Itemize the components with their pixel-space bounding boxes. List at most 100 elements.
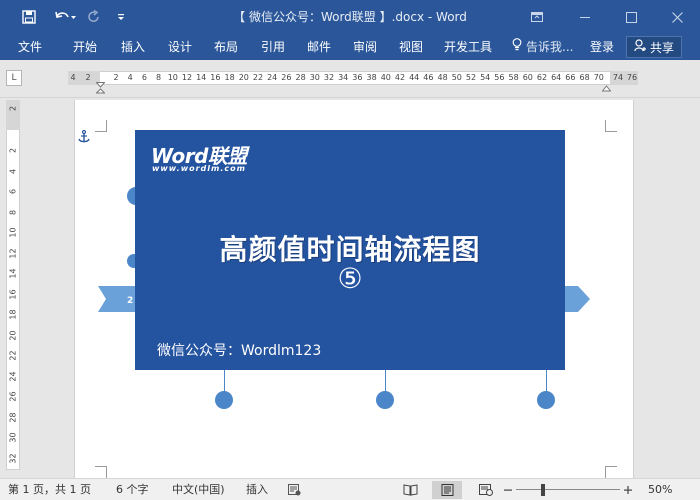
ruler-tick-label: 28	[8, 411, 18, 423]
tell-me-search[interactable]: 告诉我...	[512, 34, 573, 60]
ruler-tick-label: 34	[338, 73, 349, 82]
ruler-tick-label: 20	[8, 329, 18, 341]
print-layout-icon[interactable]	[432, 481, 462, 499]
share-button[interactable]: 共享	[626, 36, 682, 58]
ruler-tick-label: 18	[224, 73, 235, 82]
tab-view[interactable]: 视图	[399, 34, 423, 60]
ruler-tick-label: 2	[113, 73, 119, 82]
save-icon[interactable]	[16, 0, 42, 34]
ruler-tick-label: 44	[409, 73, 420, 82]
status-bar: 第 1 页，共 1 页 6 个字 中文(中国) 插入 50%	[0, 478, 700, 500]
page-count[interactable]: 第 1 页，共 1 页	[8, 479, 91, 500]
ruler-tick-label: 24	[267, 73, 278, 82]
macro-record-icon[interactable]	[286, 483, 302, 497]
timeline-node[interactable]	[376, 391, 394, 409]
zoom-slider-track[interactable]	[516, 489, 620, 490]
redo-icon[interactable]	[84, 0, 104, 34]
window-title: 【 微信公众号：Word联盟 】.docx - Word	[233, 10, 467, 24]
crop-mark	[95, 466, 107, 478]
tell-me-label: 告诉我...	[526, 40, 574, 54]
ruler-tick-label: 22	[252, 73, 264, 82]
ruler-tick-label: 6	[141, 73, 147, 82]
ruler-tick-label: 30	[8, 432, 18, 443]
ruler-tick-label: 36	[352, 73, 363, 82]
ruler-tick-label: 54	[480, 73, 491, 82]
crop-mark	[605, 466, 617, 478]
tab-file[interactable]: 文件	[18, 34, 42, 60]
ribbon-display-options-icon[interactable]	[514, 0, 560, 34]
word-count[interactable]: 6 个字	[116, 479, 149, 500]
ruler-tick-label: 42	[394, 73, 406, 82]
zoom-out-icon[interactable]	[500, 483, 516, 497]
ruler-tick-label: 32	[323, 73, 335, 82]
ruler-tick-label: 6	[8, 188, 18, 195]
zoom-slider-thumb[interactable]	[541, 484, 545, 496]
timeline-node[interactable]	[215, 391, 233, 409]
tab-layout[interactable]: 布局	[214, 34, 238, 60]
timeline-arrow-left[interactable]: 2	[98, 286, 138, 315]
timeline-node[interactable]	[537, 391, 555, 409]
tab-developer[interactable]: 开发工具	[444, 34, 492, 60]
ruler-tick-label: 46	[423, 73, 434, 82]
ruler-tick-label: 52	[465, 73, 477, 82]
login-link[interactable]: 登录	[590, 34, 614, 60]
ruler-tick-label: 14	[8, 268, 18, 279]
close-icon[interactable]	[654, 0, 700, 34]
share-label: 共享	[649, 40, 674, 55]
ruler-tick-label: 48	[437, 73, 448, 82]
ruler-tick-label: 14	[196, 73, 207, 82]
ruler-tick-label: 32	[8, 452, 18, 464]
ruler-tick-label: 2	[85, 73, 91, 82]
insert-mode[interactable]: 插入	[246, 479, 268, 500]
ruler-tick-label: 4	[127, 73, 133, 82]
ruler-tick-label: 74	[612, 73, 624, 82]
language-indicator[interactable]: 中文(中国)	[172, 479, 225, 500]
ruler-tick-label: 70	[593, 73, 604, 82]
cover-number: ⑤	[337, 262, 363, 295]
logo-url: www.wordlm.com	[152, 164, 246, 173]
cover-subtitle: 微信公众号：Wordlm123	[157, 343, 322, 359]
tab-references[interactable]: 引用	[261, 34, 285, 60]
ruler-tick-label: 2	[8, 147, 18, 154]
ruler-tick-label: 28	[295, 73, 306, 82]
ruler-tick-label: 16	[210, 73, 221, 82]
timeline-arrow-right[interactable]	[562, 286, 592, 315]
indent-marker-icon[interactable]	[95, 82, 106, 99]
ruler-tick-label: 18	[8, 309, 18, 320]
undo-icon[interactable]	[48, 0, 82, 34]
ruler-tick-label: 62	[536, 73, 548, 82]
minimize-icon[interactable]	[562, 0, 608, 34]
tab-selector[interactable]: L	[6, 70, 22, 86]
ruler-tick-label: 8	[156, 73, 162, 82]
ruler-tick-label: 4	[70, 73, 76, 82]
tab-home[interactable]: 开始	[73, 34, 97, 60]
tab-review[interactable]: 审阅	[353, 34, 377, 60]
tab-mailings[interactable]: 邮件	[307, 34, 331, 60]
zoom-level[interactable]: 50%	[648, 479, 672, 500]
lightbulb-icon	[512, 34, 522, 60]
ruler-tick-label: 22	[8, 350, 18, 361]
zoom-in-icon[interactable]	[620, 483, 636, 497]
svg-text:2: 2	[127, 296, 133, 306]
crop-mark	[605, 120, 617, 132]
ruler-tick-label: 64	[551, 73, 562, 82]
crop-mark	[95, 120, 107, 132]
right-indent-marker-icon[interactable]	[601, 82, 612, 96]
ruler-tick-label: 4	[8, 168, 18, 174]
ruler-tick-label: 50	[451, 73, 462, 82]
ruler-tick-label: 66	[565, 73, 576, 82]
tab-insert[interactable]: 插入	[121, 34, 145, 60]
tab-design[interactable]: 设计	[168, 34, 192, 60]
ruler-tick-label: 10	[8, 227, 18, 238]
ruler-tick-label: 56	[494, 73, 505, 82]
ribbon-tabs: 文件 开始 插入 设计 布局 引用 邮件 审阅 视图 开发工具 告诉我... 登…	[0, 34, 700, 60]
ruler-tick-label: 12	[181, 73, 193, 82]
read-mode-icon[interactable]	[402, 483, 418, 497]
ruler-tick-label: 12	[8, 247, 18, 259]
maximize-icon[interactable]	[608, 0, 654, 34]
person-share-icon	[634, 39, 647, 55]
customize-quick-access-icon[interactable]	[112, 0, 130, 34]
web-layout-icon[interactable]	[478, 483, 494, 497]
ruler-tick-label: 26	[281, 73, 292, 82]
ruler-tick-label: 2	[8, 105, 18, 112]
